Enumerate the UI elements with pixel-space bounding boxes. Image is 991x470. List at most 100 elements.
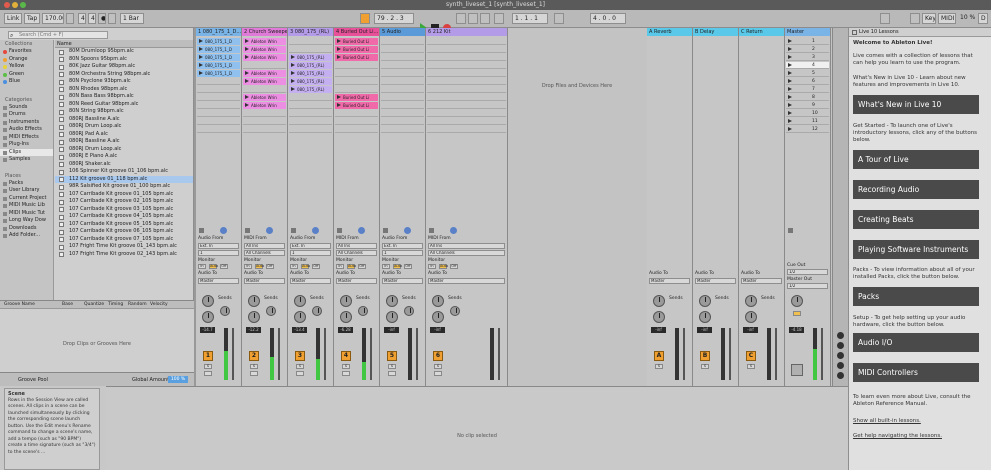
- file-item[interactable]: 98R Salsified Kit groove 01_100 bpm.alc: [55, 183, 193, 191]
- pan-knob[interactable]: [312, 306, 322, 316]
- place-item[interactable]: Add Folder...: [0, 232, 53, 240]
- groove-column-header[interactable]: Velocity: [150, 302, 168, 307]
- monitor-in-button[interactable]: In: [336, 264, 344, 269]
- volume-fader[interactable]: [775, 328, 777, 380]
- place-item[interactable]: User Library: [0, 187, 53, 195]
- category-item[interactable]: Sounds: [0, 104, 53, 112]
- scene-launch-icon[interactable]: [788, 127, 792, 131]
- input-source-select[interactable]: Ext. In: [382, 243, 423, 249]
- empty-clip-slot[interactable]: [289, 119, 332, 125]
- solo-button[interactable]: S: [388, 364, 396, 369]
- track-title-bar[interactable]: 5 Audio: [380, 28, 425, 36]
- scene-launch-icon[interactable]: [788, 95, 792, 99]
- file-item[interactable]: 106 Spinner Kit groove 01_106 bpm.alc: [55, 168, 193, 176]
- empty-clip-slot[interactable]: [289, 127, 332, 133]
- volume-field[interactable]: -inf: [697, 327, 712, 333]
- clip-launch-icon[interactable]: [291, 79, 295, 83]
- link-button[interactable]: Link: [4, 13, 22, 24]
- clip-launch-icon[interactable]: [337, 47, 341, 51]
- collection-item[interactable]: Yellow: [0, 63, 53, 71]
- solo-button[interactable]: S: [204, 364, 212, 369]
- clip-launch-icon[interactable]: [199, 55, 203, 59]
- volume-fader[interactable]: [821, 328, 823, 380]
- file-item[interactable]: 112 Kit groove 01_118 bpm.alc: [55, 175, 193, 183]
- file-item[interactable]: 80N Spoons 95bpm.alc: [55, 56, 193, 64]
- arm-record-button[interactable]: [204, 371, 212, 376]
- track-activator-button[interactable]: 2: [249, 351, 259, 361]
- groove-column-header[interactable]: Groove Name: [4, 302, 35, 307]
- empty-clip-slot[interactable]: [381, 119, 424, 125]
- collection-item[interactable]: Favorites: [0, 48, 53, 56]
- send-b-knob[interactable]: [202, 311, 214, 323]
- monitor-off-button[interactable]: Off: [358, 264, 366, 269]
- clip-slot[interactable]: 080_175_1_D: [197, 46, 240, 53]
- return-title-bar[interactable]: A Reverb: [647, 28, 692, 36]
- clip-slot[interactable]: Buried Out Li: [335, 46, 378, 53]
- output-select[interactable]: Master: [428, 278, 505, 284]
- clip-launch-icon[interactable]: [245, 39, 249, 43]
- empty-clip-slot[interactable]: [427, 87, 506, 93]
- clip-launch-icon[interactable]: [245, 103, 249, 107]
- empty-clip-slot[interactable]: [427, 127, 506, 133]
- send-b-knob[interactable]: [653, 311, 665, 323]
- volume-field[interactable]: -13.4: [292, 327, 307, 333]
- volume-field[interactable]: -inf: [743, 327, 758, 333]
- send-b-knob[interactable]: [248, 311, 260, 323]
- track-activator-button[interactable]: 5: [387, 351, 397, 361]
- volume-field[interactable]: -14.7: [200, 327, 215, 333]
- place-item[interactable]: Current Project: [0, 195, 53, 203]
- output-select[interactable]: Master: [382, 278, 423, 284]
- midi-map-button[interactable]: MIDI: [938, 13, 956, 24]
- category-item[interactable]: Audio Effects: [0, 126, 53, 134]
- file-item[interactable]: 080RJ Pad A.alc: [55, 131, 193, 139]
- send-a-knob[interactable]: [248, 295, 260, 307]
- input-channel-select[interactable]: 1: [382, 250, 423, 256]
- global-amount-field[interactable]: 100 %: [168, 376, 188, 383]
- scene-launch-icon[interactable]: [788, 63, 792, 67]
- clip-launch-icon[interactable]: [337, 95, 341, 99]
- empty-clip-slot[interactable]: [381, 95, 424, 101]
- scene-launch[interactable]: 11: [786, 118, 829, 125]
- clip-launch-icon[interactable]: [291, 63, 295, 67]
- solo-mode-button[interactable]: [793, 311, 801, 316]
- empty-clip-slot[interactable]: [427, 39, 506, 45]
- send-a-knob[interactable]: [745, 295, 757, 307]
- clip-launch-icon[interactable]: [291, 87, 295, 91]
- empty-clip-slot[interactable]: [289, 111, 332, 117]
- empty-clip-slot[interactable]: [381, 103, 424, 109]
- send-b-knob[interactable]: [699, 311, 711, 323]
- volume-fader[interactable]: [232, 328, 234, 380]
- scene-launch[interactable]: 10: [786, 110, 829, 117]
- solo-button[interactable]: S: [250, 364, 258, 369]
- solo-button[interactable]: S: [747, 364, 755, 369]
- empty-clip-slot[interactable]: [243, 111, 286, 117]
- clip-slot[interactable]: 080_175_1_D: [197, 38, 240, 45]
- output-select[interactable]: Master: [290, 278, 331, 284]
- empty-clip-slot[interactable]: [381, 71, 424, 77]
- clip-slot[interactable]: 080_175_(RL): [289, 62, 332, 69]
- volume-field[interactable]: -inf: [430, 327, 445, 333]
- empty-clip-slot[interactable]: [381, 47, 424, 53]
- loop-length-field[interactable]: 4 . 0 . 0: [590, 13, 626, 24]
- empty-clip-slot[interactable]: [335, 111, 378, 117]
- input-channel-select[interactable]: All Channels: [428, 250, 505, 256]
- scene-launch-icon[interactable]: [788, 87, 792, 91]
- arm-button[interactable]: [358, 227, 365, 234]
- monitor-auto-button[interactable]: Auto: [209, 264, 218, 269]
- recording-audio-button[interactable]: Recording Audio: [853, 180, 979, 199]
- clip-launch-icon[interactable]: [337, 103, 341, 107]
- arm-record-button[interactable]: [296, 371, 304, 376]
- manual-text[interactable]: To learn even more about Live, consult t…: [853, 394, 983, 408]
- empty-clip-slot[interactable]: [243, 127, 286, 133]
- file-item[interactable]: 107 Carribade Kit groove 04_105 bpm.alc: [55, 213, 193, 221]
- scene-launch[interactable]: 12: [786, 126, 829, 133]
- monitor-auto-button[interactable]: Auto: [301, 264, 310, 269]
- empty-clip-slot[interactable]: [427, 63, 506, 69]
- metronome-icon[interactable]: ●: [98, 13, 106, 24]
- zoom-window-button[interactable]: [20, 2, 26, 8]
- solo-button[interactable]: S: [655, 364, 663, 369]
- clip-slot[interactable]: Ableton Wrin: [243, 46, 286, 53]
- track-activator-button[interactable]: 1: [203, 351, 213, 361]
- clip-slot[interactable]: Buried Out Li: [335, 54, 378, 61]
- scene-launch[interactable]: 3: [786, 54, 829, 61]
